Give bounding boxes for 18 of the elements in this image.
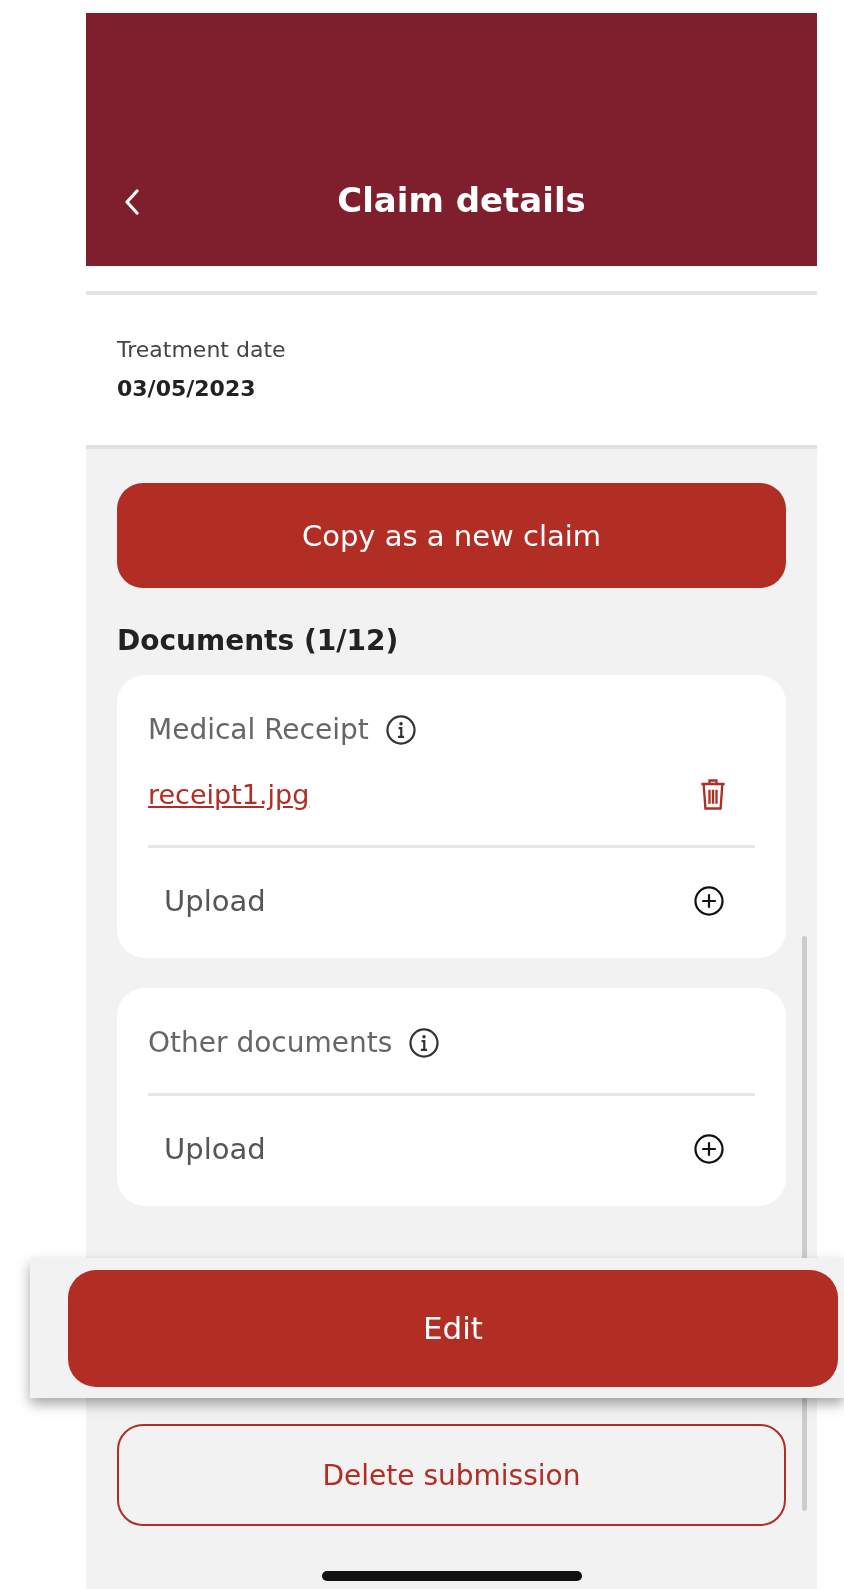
trash-icon[interactable] bbox=[699, 778, 727, 811]
edit-button[interactable]: Edit bbox=[68, 1269, 838, 1387]
delete-button[interactable]: Delete submission bbox=[117, 1424, 786, 1526]
info-icon[interactable] bbox=[384, 713, 417, 746]
upload-label[interactable]: Upload bbox=[164, 884, 266, 918]
copy-claim-button[interactable]: Copy as a new claim bbox=[117, 483, 786, 588]
field-value: 03/05/2023 bbox=[117, 376, 257, 401]
screen-title: Claim details bbox=[337, 179, 586, 220]
add-icon[interactable] bbox=[693, 1133, 725, 1165]
file-link[interactable]: receipt1.jpg bbox=[148, 779, 310, 810]
add-icon[interactable] bbox=[693, 885, 725, 917]
card-title: Medical Receipt bbox=[148, 713, 369, 746]
upload-label[interactable]: Upload bbox=[164, 1132, 266, 1166]
info-icon[interactable] bbox=[408, 1026, 441, 1059]
card-title: Other documents bbox=[148, 1026, 393, 1059]
section-heading: Documents (1/12) bbox=[117, 624, 400, 657]
field-label: Treatment date bbox=[117, 337, 287, 362]
back-icon[interactable] bbox=[124, 189, 140, 215]
